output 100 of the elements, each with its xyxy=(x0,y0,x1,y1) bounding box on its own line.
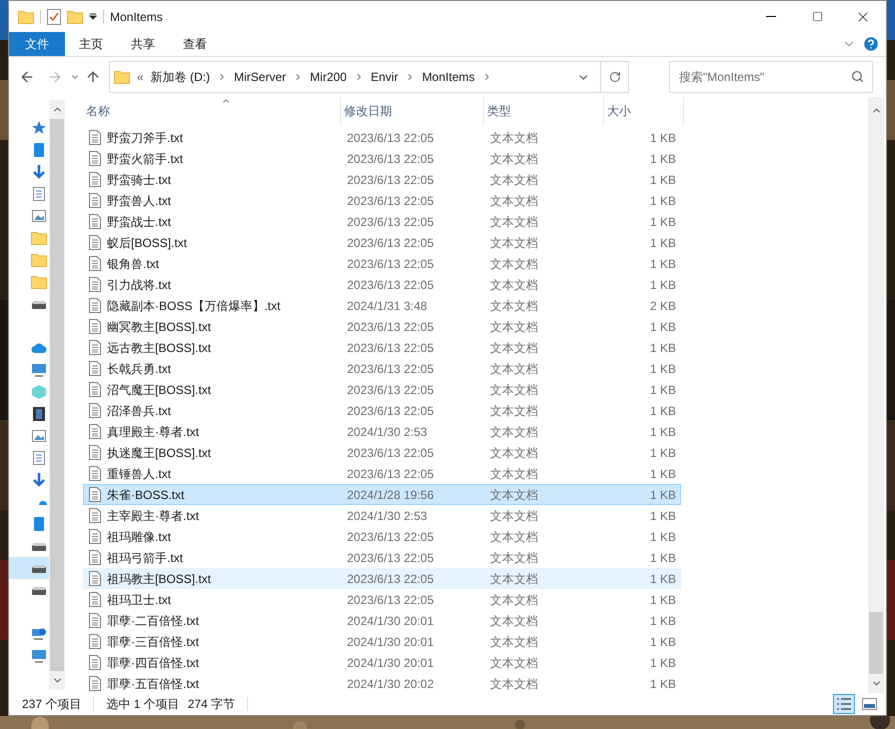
modified-date: 2023/6/13 22:05 xyxy=(346,318,435,336)
file-size: 1 KB xyxy=(648,172,676,188)
modified-date: 2024/1/30 20:01 xyxy=(346,654,435,672)
file-row[interactable]: 罪孽·五百倍怪.txt 2024/1/30 20:02 文本文档 1 KB xyxy=(83,673,681,694)
file-type: 文本文档 xyxy=(489,150,539,168)
file-type: 文本文档 xyxy=(489,424,539,440)
file-type: 文本文档 xyxy=(489,402,539,420)
file-row[interactable]: 朱雀·BOSS.txt 2024/1/28 19:56 文本文档 1 KB xyxy=(83,484,681,505)
file-row[interactable]: 祖玛雕像.txt 2023/6/13 22:05 文本文档 1 KB xyxy=(83,526,681,547)
back-icon[interactable] xyxy=(19,69,35,85)
search-icon[interactable] xyxy=(851,70,864,83)
nav-scrollbar[interactable] xyxy=(49,100,65,690)
file-row[interactable]: 罪孽·四百倍怪.txt 2024/1/30 20:01 文本文档 1 KB xyxy=(83,652,681,673)
column-header[interactable]: 修改日期 xyxy=(341,97,484,125)
details-view-button[interactable] xyxy=(833,694,855,714)
address-field[interactable]: « 新加卷 (D:) MirServer Mir200 Envir MonItems xyxy=(109,61,629,93)
file-row[interactable]: 隐藏副本·BOSS【万倍爆率】.txt 2024/1/31 3:48 文本文档 2 KB xyxy=(83,295,681,316)
download-arrow-icon xyxy=(31,164,47,180)
file-type: 文本文档 xyxy=(489,256,539,272)
file-row[interactable]: 罪孽·二百倍怪.txt 2024/1/30 20:01 文本文档 1 KB xyxy=(83,610,681,631)
file-name: 重锤兽人.txt xyxy=(107,466,172,482)
checklist-icon[interactable] xyxy=(47,8,61,24)
file-row[interactable]: 祖玛弓箭手.txt 2023/6/13 22:05 文本文档 1 KB xyxy=(83,547,681,568)
ribbon-tab[interactable]: 共享 xyxy=(117,32,169,56)
text-file-icon xyxy=(89,130,101,145)
breadcrumb-segment[interactable]: MonItems xyxy=(422,68,475,86)
breadcrumb-overflow[interactable]: « xyxy=(137,68,144,86)
file-size: 1 KB xyxy=(648,382,676,398)
caret-icon[interactable] xyxy=(89,12,97,20)
file-row[interactable]: 野蛮兽人.txt 2023/6/13 22:05 文本文档 1 KB xyxy=(83,190,681,211)
scroll-thumb[interactable] xyxy=(869,612,883,674)
ribbon-tab[interactable]: 主页 xyxy=(65,32,117,56)
selection-count: 选中 1 个项目 xyxy=(106,696,180,713)
file-name: 祖玛雕像.txt xyxy=(107,528,172,546)
file-size: 1 KB xyxy=(648,424,676,440)
selection-size: 274 字节 xyxy=(188,696,236,713)
scroll-thumb[interactable] xyxy=(50,119,64,671)
file-row[interactable]: 沼气魔王[BOSS].txt 2023/6/13 22:05 文本文档 1 KB xyxy=(83,379,681,400)
file-row[interactable]: 沼泽兽兵.txt 2023/6/13 22:05 文本文档 1 KB xyxy=(83,400,681,421)
file-size: 1 KB xyxy=(648,276,676,294)
text-file-icon xyxy=(89,403,101,418)
file-row[interactable]: 幽冥教主[BOSS].txt 2023/6/13 22:05 文本文档 1 KB xyxy=(83,316,681,337)
text-file-icon xyxy=(89,361,101,376)
text-file-icon xyxy=(89,277,101,292)
file-name: 罪孽·三百倍怪.txt xyxy=(107,634,199,650)
file-type: 文本文档 xyxy=(489,382,539,398)
file-row[interactable]: 野蛮骑士.txt 2023/6/13 22:05 文本文档 1 KB xyxy=(83,169,681,190)
file-name: 罪孽·四百倍怪.txt xyxy=(107,654,199,672)
file-row[interactable]: 蚁后[BOSS].txt 2023/6/13 22:05 文本文档 1 KB xyxy=(83,232,681,253)
help-icon[interactable] xyxy=(862,35,880,53)
list-scrollbar[interactable] xyxy=(868,97,884,693)
file-size: 1 KB xyxy=(648,592,676,608)
search-field[interactable]: 搜索"MonItems" xyxy=(669,61,873,93)
file-name: 长戟兵勇.txt xyxy=(107,360,172,378)
file-row[interactable]: 主宰殿主·尊者.txt 2024/1/30 2:53 文本文档 1 KB xyxy=(83,505,681,526)
breadcrumb-segment[interactable]: Envir xyxy=(370,68,398,86)
ribbon-tab[interactable]: 查看 xyxy=(169,32,221,56)
folder-icon xyxy=(31,275,47,289)
file-type: 文本文档 xyxy=(489,298,539,314)
breadcrumb-segment[interactable]: Mir200 xyxy=(310,68,347,86)
file-size: 1 KB xyxy=(648,508,676,524)
file-row[interactable]: 祖玛教主[BOSS].txt 2023/6/13 22:05 文本文档 1 KB xyxy=(83,568,681,589)
monitor-icon xyxy=(31,362,47,378)
modified-date: 2023/6/13 22:05 xyxy=(346,570,435,588)
column-header[interactable]: 名称 xyxy=(83,97,341,125)
text-file-icon xyxy=(89,550,101,565)
text-file-icon xyxy=(89,298,101,313)
column-header[interactable]: 类型 xyxy=(484,97,604,125)
column-header[interactable]: 大小 xyxy=(604,97,684,125)
file-row[interactable]: 野蛮刀斧手.txt 2023/6/13 22:05 文本文档 1 KB xyxy=(83,127,681,148)
file-row[interactable]: 引力战将.txt 2023/6/13 22:05 文本文档 1 KB xyxy=(83,274,681,295)
film-icon xyxy=(31,406,47,422)
file-row[interactable]: 执迷魔王[BOSS].txt 2023/6/13 22:05 文本文档 1 KB xyxy=(83,442,681,463)
file-type: 文本文档 xyxy=(489,130,539,146)
file-row[interactable]: 祖玛卫士.txt 2023/6/13 22:05 文本文档 1 KB xyxy=(83,589,681,610)
modified-date: 2023/6/13 22:05 xyxy=(346,528,435,546)
text-file-icon xyxy=(89,151,101,166)
up-icon[interactable] xyxy=(85,69,101,85)
nav-item[interactable] xyxy=(9,557,49,579)
breadcrumb-segment[interactable]: MirServer xyxy=(234,68,286,86)
file-menu-button[interactable]: 文件 xyxy=(9,32,65,56)
file-size: 1 KB xyxy=(648,550,676,566)
document-icon xyxy=(31,450,47,466)
file-row[interactable]: 野蛮战士.txt 2023/6/13 22:05 文本文档 1 KB xyxy=(83,211,681,232)
file-row[interactable]: 罪孽·三百倍怪.txt 2024/1/30 20:01 文本文档 1 KB xyxy=(83,631,681,652)
cloud-icon xyxy=(39,499,47,505)
file-row[interactable]: 重锤兽人.txt 2023/6/13 22:05 文本文档 1 KB xyxy=(83,463,681,484)
file-row[interactable]: 远古教主[BOSS].txt 2023/6/13 22:05 文本文档 1 KB xyxy=(83,337,681,358)
modified-date: 2024/1/30 2:53 xyxy=(346,424,428,440)
file-size: 1 KB xyxy=(648,360,676,378)
file-name: 朱雀·BOSS.txt xyxy=(107,486,184,504)
file-row[interactable]: 野蛮火箭手.txt 2023/6/13 22:05 文本文档 1 KB xyxy=(83,148,681,169)
file-name: 野蛮火箭手.txt xyxy=(107,150,184,168)
modified-date: 2023/6/13 22:05 xyxy=(346,382,435,398)
text-file-icon xyxy=(89,592,101,607)
file-row[interactable]: 银角兽.txt 2023/6/13 22:05 文本文档 1 KB xyxy=(83,253,681,274)
file-row[interactable]: 长戟兵勇.txt 2023/6/13 22:05 文本文档 1 KB xyxy=(83,358,681,379)
modified-date: 2023/6/13 22:05 xyxy=(346,592,435,608)
breadcrumb-segment[interactable]: 新加卷 (D:) xyxy=(150,68,210,86)
file-row[interactable]: 真理殿主·尊者.txt 2024/1/30 2:53 文本文档 1 KB xyxy=(83,421,681,442)
